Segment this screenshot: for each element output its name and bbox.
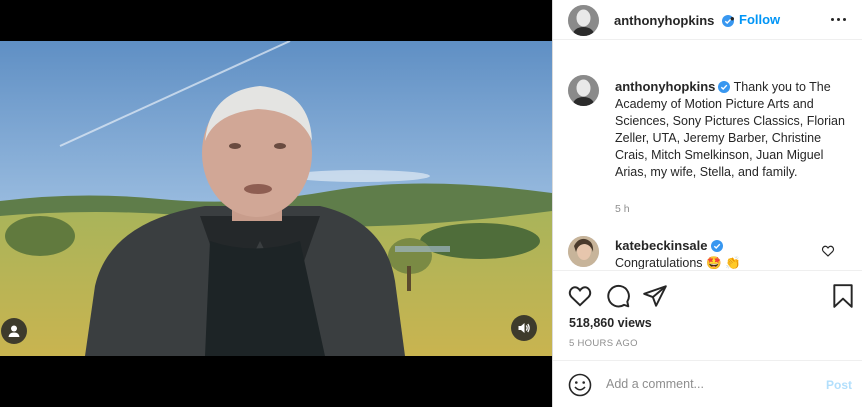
post-comment-button[interactable]: Post <box>826 378 852 392</box>
profile-photo <box>568 5 599 36</box>
username-link[interactable]: anthonyhopkins <box>614 13 714 28</box>
video-frame-image <box>0 41 552 356</box>
comment-username[interactable]: katebeckinsale <box>615 238 708 253</box>
tagged-people-button[interactable] <box>1 318 27 344</box>
video-player[interactable] <box>0 41 552 356</box>
post-author[interactable]: anthonyhopkins <box>614 12 734 30</box>
add-comment-bar: Post <box>553 360 862 407</box>
more-options-icon[interactable] <box>823 10 853 28</box>
comment-icon[interactable] <box>605 283 631 309</box>
audio-toggle-button[interactable] <box>511 315 537 341</box>
post-caption: anthonyhopkins Thank you to The Academy … <box>615 78 847 181</box>
comment-input[interactable] <box>606 373 806 395</box>
person-icon <box>8 325 20 337</box>
caption-username[interactable]: anthonyhopkins <box>615 79 715 94</box>
post-timestamp[interactable]: 5 HOURS AGO <box>569 338 638 349</box>
comments-section: anthonyhopkins Thank you to The Academy … <box>553 41 862 269</box>
caption-avatar[interactable] <box>568 75 599 106</box>
caption-text: Thank you to The Academy of Motion Pictu… <box>615 80 845 179</box>
views-count[interactable]: 518,860 views <box>569 316 652 330</box>
caption-timestamp[interactable]: 5 h <box>615 203 630 215</box>
comment-avatar[interactable] <box>568 236 599 267</box>
avatar[interactable] <box>568 5 599 36</box>
post-actions: 518,860 views 5 HOURS AGO <box>553 270 862 360</box>
profile-photo <box>568 236 599 267</box>
separator-dot: • <box>730 11 735 26</box>
post-side-panel: anthonyhopkins • Follow anthonyhopkins T… <box>552 0 862 407</box>
comment-like-icon[interactable] <box>821 244 835 258</box>
comment-text: Congratulations 🤩 👏 <box>615 256 741 269</box>
post-header: anthonyhopkins • Follow <box>553 0 862 40</box>
emoji-icon[interactable] <box>568 373 592 397</box>
share-icon[interactable] <box>642 283 668 309</box>
follow-button[interactable]: Follow <box>739 12 780 27</box>
heart-icon[interactable] <box>567 283 593 309</box>
comment-item: katebeckinsale Congratulations 🤩 👏 <box>615 237 825 269</box>
speaker-icon <box>518 323 530 333</box>
verified-badge-icon <box>718 81 731 93</box>
bookmark-icon[interactable] <box>830 283 856 309</box>
profile-photo <box>568 75 599 106</box>
verified-badge-icon <box>710 240 723 252</box>
post-media <box>0 0 552 407</box>
